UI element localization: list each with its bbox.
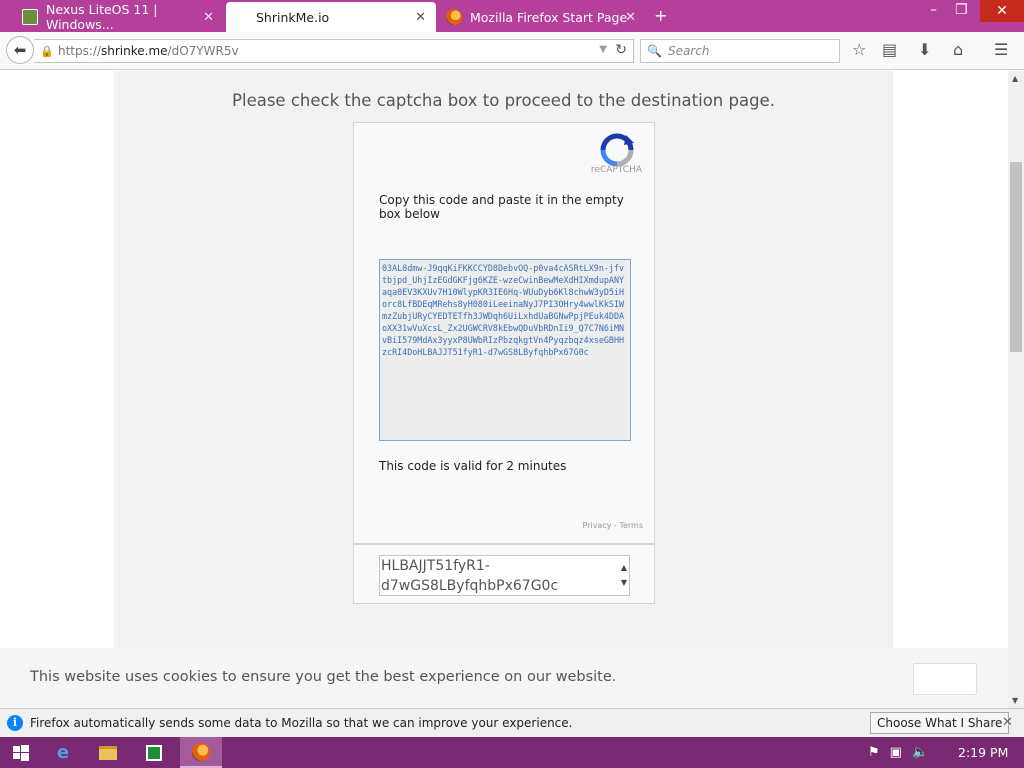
captcha-code-box[interactable]: 03AL8dmw-J9qqKiFKKCCYD8DebvOQ-p0va4cASRt…	[379, 259, 631, 441]
nexus-icon	[22, 9, 38, 25]
home-icon[interactable]: ⌂	[953, 40, 963, 59]
search-placeholder: Search	[667, 44, 710, 58]
url-dropdown-icon[interactable]: ▼	[599, 44, 607, 55]
windows-start-icon	[13, 744, 29, 761]
close-tab-icon[interactable]: ✕	[625, 10, 636, 25]
url-path: /dO7YWR5v	[167, 44, 239, 58]
search-icon: 🔍	[647, 44, 662, 58]
bookmark-star-icon[interactable]: ☆	[852, 40, 866, 59]
store-icon	[146, 744, 162, 761]
answer-textarea[interactable]: HLBAJJT51fyR1-d7wGS8LByfqhbPx67G0c ▲ ▼	[379, 555, 630, 596]
url-scheme: https://	[58, 44, 102, 58]
menu-icon[interactable]: ☰	[994, 40, 1008, 59]
network-icon[interactable]: ▣	[890, 745, 902, 760]
tab-label: ShrinkMe.io	[256, 9, 330, 25]
internet-explorer-icon: e	[56, 742, 70, 763]
tab-firefox-start[interactable]: Mozilla Firefox Start Page ✕	[436, 2, 646, 32]
notification-message: Firefox automatically sends some data to…	[30, 716, 573, 730]
validity-text: This code is valid for 2 minutes	[379, 459, 567, 473]
taskbar-clock[interactable]: 2:19 PM	[958, 745, 1008, 760]
page-scrollbar[interactable]: ▲ ▼	[1008, 71, 1024, 708]
privacy-terms-link[interactable]: Privacy - Terms	[583, 521, 644, 530]
navigation-bar: ⬅ 🔒 https://shrinke.me/dO7YWR5v ▼ ↻ 🔍 Se…	[0, 32, 1024, 70]
tab-label: Nexus LiteOS 11 | Windows...	[46, 2, 158, 32]
tab-shrinkme[interactable]: ShrinkMe.io ✕	[226, 2, 436, 32]
answer-container: HLBAJJT51fyR1-d7wGS8LByfqhbPx67G0c ▲ ▼	[353, 544, 655, 604]
taskbar-firefox[interactable]	[180, 737, 222, 768]
new-tab-button[interactable]: +	[654, 6, 667, 25]
reload-icon[interactable]: ↻	[615, 42, 627, 58]
firefox-icon	[192, 742, 210, 761]
scroll-up-icon[interactable]: ▲	[1012, 74, 1018, 83]
tab-label: Mozilla Firefox Start Page	[470, 9, 628, 25]
choose-what-i-share-button[interactable]: Choose What I Share	[870, 712, 1010, 734]
firefox-icon	[446, 9, 462, 25]
instruction-text: Please check the captcha box to proceed …	[232, 91, 775, 110]
recaptcha-widget: reCAPTCHA Copy this code and paste it in…	[353, 122, 655, 544]
taskbar: e ⚑ ▣ 🔈 2:19 PM	[0, 737, 1024, 768]
tab-strip: Nexus LiteOS 11 | Windows... ✕ ShrinkMe.…	[0, 0, 1024, 32]
url-bar[interactable]: 🔒 https://shrinke.me/dO7YWR5v ▼ ↻	[34, 39, 634, 63]
back-arrow-icon: ⬅	[13, 41, 27, 59]
lock-icon: 🔒	[40, 44, 54, 58]
notification-close-icon[interactable]: ✕	[1002, 715, 1013, 730]
copy-prompt: Copy this code and paste it in the empty…	[379, 193, 624, 221]
recaptcha-label: reCAPTCHA	[590, 165, 642, 175]
cookie-text: This website uses cookies to ensure you …	[30, 669, 617, 685]
cookie-accept-button[interactable]	[913, 663, 977, 695]
downloads-icon[interactable]: ⬇	[918, 40, 931, 59]
start-button[interactable]	[0, 737, 42, 768]
flag-icon[interactable]: ⚑	[868, 745, 880, 760]
taskbar-internet-explorer[interactable]: e	[42, 737, 84, 768]
system-tray: ⚑ ▣ 🔈	[868, 737, 928, 768]
taskbar-store[interactable]	[133, 737, 175, 768]
scroll-down-icon[interactable]: ▼	[621, 573, 627, 593]
restore-button[interactable]: ❐	[955, 2, 968, 18]
minimize-button[interactable]: –	[930, 2, 937, 18]
reading-list-icon[interactable]: ▤	[882, 40, 897, 59]
close-tab-icon[interactable]: ✕	[415, 10, 426, 25]
scroll-down-icon[interactable]: ▼	[1012, 696, 1018, 705]
volume-muted-icon[interactable]: 🔈	[912, 745, 928, 760]
window-close-button[interactable]: ✕	[980, 0, 1024, 22]
notification-bar: i Firefox automatically sends some data …	[0, 708, 1024, 737]
cookie-banner: This website uses cookies to ensure you …	[0, 648, 1008, 708]
recaptcha-icon	[600, 133, 634, 167]
tab-nexus[interactable]: Nexus LiteOS 11 | Windows... ✕	[12, 2, 224, 32]
search-input[interactable]: 🔍 Search	[640, 39, 840, 63]
page-content: Please check the captcha box to proceed …	[0, 71, 1008, 708]
url-host: shrinke.me	[101, 44, 168, 58]
taskbar-file-explorer[interactable]	[87, 737, 129, 768]
back-button[interactable]: ⬅	[6, 36, 34, 64]
info-icon: i	[7, 715, 23, 731]
scrollbar-thumb[interactable]	[1010, 162, 1022, 352]
close-tab-icon[interactable]: ✕	[203, 10, 214, 25]
folder-icon	[99, 745, 117, 760]
answer-value: HLBAJJT51fyR1-d7wGS8LByfqhbPx67G0c	[381, 558, 559, 594]
